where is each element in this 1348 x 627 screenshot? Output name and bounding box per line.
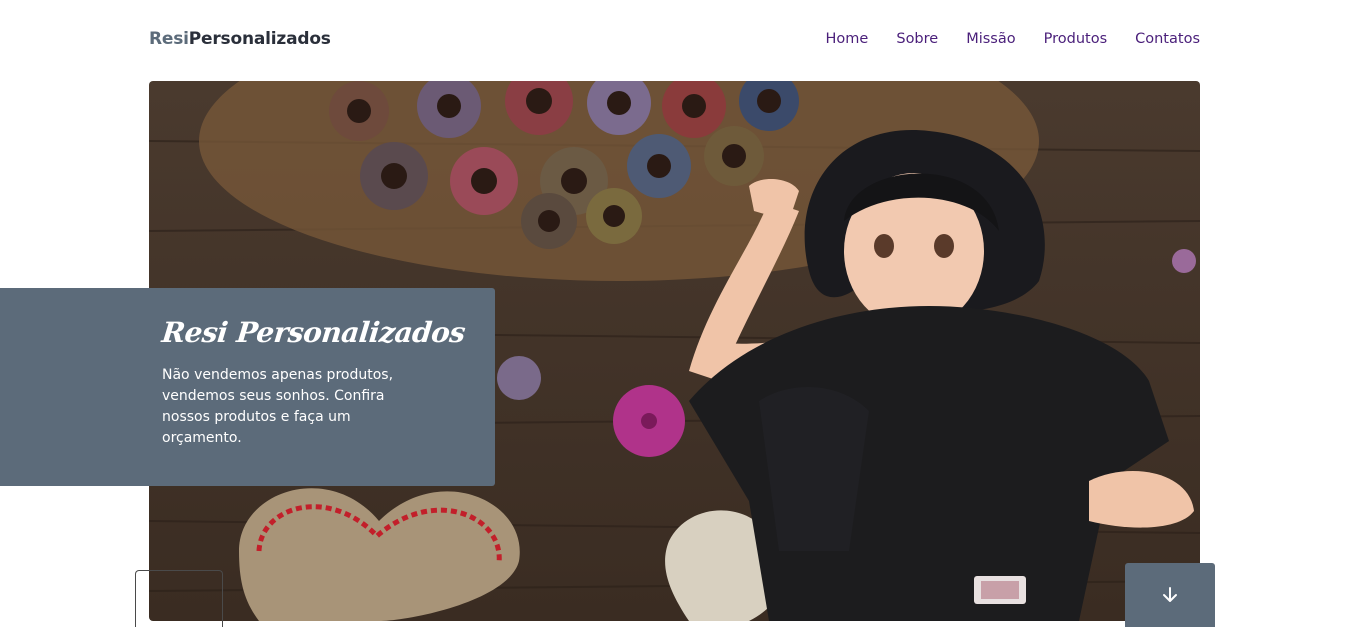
site-logo[interactable]: ResiPersonalizados — [149, 29, 331, 49]
hero-caption-title: Resi Personalizados — [160, 316, 467, 349]
main-nav: Home Sobre Missão Produtos Contatos — [826, 31, 1200, 47]
nav-contatos[interactable]: Contatos — [1135, 31, 1200, 47]
scroll-down-button[interactable] — [1125, 563, 1215, 627]
logo-suffix: Personalizados — [188, 29, 331, 49]
page: ResiPersonalizados Home Sobre Missão Pro… — [0, 0, 1348, 627]
hero-caption: Resi Personalizados Não vendemos apenas … — [0, 288, 495, 486]
nav-missao[interactable]: Missão — [966, 31, 1015, 47]
arrow-down-icon — [1163, 587, 1177, 602]
nav-sobre[interactable]: Sobre — [896, 31, 938, 47]
hero-caption-text: Não vendemos apenas produtos, vendemos s… — [162, 367, 394, 446]
carousel-prev-frame[interactable] — [135, 570, 223, 627]
nav-produtos[interactable]: Produtos — [1044, 31, 1108, 47]
logo-prefix: Resi — [149, 29, 189, 49]
site-header: ResiPersonalizados Home Sobre Missão Pro… — [149, 22, 1200, 56]
nav-home[interactable]: Home — [826, 31, 869, 47]
